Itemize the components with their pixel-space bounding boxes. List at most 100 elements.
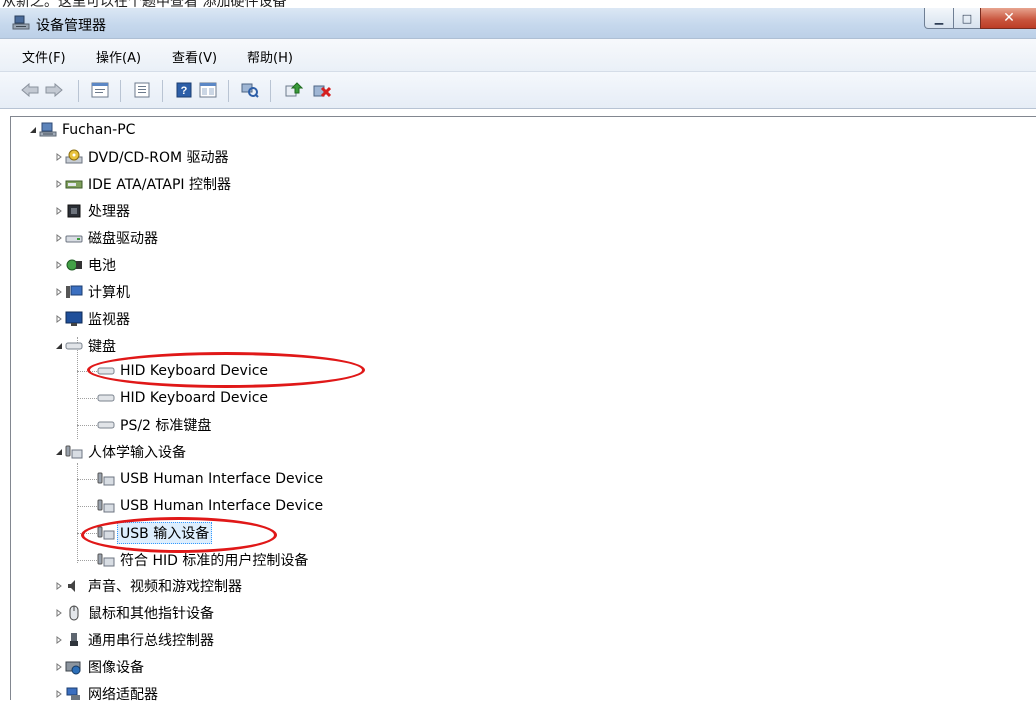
processor-icon [65,203,83,219]
tree-item-keyboard[interactable]: 键盘 [53,335,116,357]
hid-icon [97,498,115,514]
tree-item-label: 符合 HID 标准的用户控制设备 [120,553,309,569]
device-manager-icon [12,15,30,31]
collapse-arrow-icon[interactable] [27,124,39,136]
tree-item-label: 计算机 [88,285,130,301]
expand-arrow-icon[interactable] [53,286,65,298]
toolbar-separator [270,80,271,102]
device-tree: Fuchan-PC DVD/CD-ROM 驱动器 IDE ATA/ATAPI 控… [10,116,1036,703]
expand-arrow-icon[interactable] [53,259,65,271]
tree-child-keyboard-3[interactable]: PS/2 标准键盘 [97,414,211,436]
hid-icon [65,444,83,460]
expand-arrow-icon[interactable] [53,688,65,700]
menu-action[interactable]: 操作(A) [96,47,141,66]
expand-arrow-icon[interactable] [53,634,65,646]
tree-item-label: HID Keyboard Device [120,390,269,406]
tree-item-network[interactable]: 网络适配器 [53,683,158,705]
title-bar[interactable]: 设备管理器 ▁ □ ✕ [0,8,1036,39]
expand-arrow-icon[interactable] [53,580,65,592]
network-adapter-icon [65,686,83,702]
expand-arrow-icon[interactable] [53,205,65,217]
tree-item-label: USB Human Interface Device [120,471,324,487]
tree-item-monitor[interactable]: 监视器 [53,308,130,330]
tree-line [77,463,78,563]
tree-item-dvd[interactable]: DVD/CD-ROM 驱动器 [53,146,229,168]
tree-item-label: HID Keyboard Device [120,363,269,379]
back-icon[interactable] [20,80,40,100]
tree-item-usb[interactable]: 通用串行总线控制器 [53,629,214,651]
forward-icon[interactable] [44,80,64,100]
tree-item-label: IDE ATA/ATAPI 控制器 [88,177,232,193]
computer-icon [65,284,83,300]
help-icon[interactable]: ? [174,80,194,100]
tree-root[interactable]: Fuchan-PC [27,119,135,141]
hid-icon [97,525,115,541]
tree-item-computer[interactable]: 计算机 [53,281,130,303]
battery-icon [65,257,83,273]
expand-arrow-icon[interactable] [53,313,65,325]
tree-line [77,425,97,426]
expand-arrow-icon[interactable] [53,661,65,673]
scan-icon[interactable] [240,80,260,100]
tree-child-keyboard-2[interactable]: HID Keyboard Device [97,387,268,409]
tree-item-ide[interactable]: IDE ATA/ATAPI 控制器 [53,173,231,195]
tree-item-label: 通用串行总线控制器 [88,633,214,649]
close-icon: ✕ [1003,10,1015,26]
tree-child-hid-2[interactable]: USB Human Interface Device [97,495,323,517]
tree-item-label: 磁盘驱动器 [88,231,158,247]
tree-item-label: 图像设备 [88,660,144,676]
disk-drive-icon [65,230,83,246]
computer-icon [39,122,57,138]
cropped-text: 从新之。这里可以在个题中查看 添加硬件设备 [2,0,287,8]
maximize-icon: □ [961,11,973,25]
tree-item-processor[interactable]: 处理器 [53,200,130,222]
sound-icon [65,578,83,594]
tree-item-imaging[interactable]: 图像设备 [53,656,144,678]
menu-help[interactable]: 帮助(H) [247,47,293,66]
list-icon[interactable] [132,80,152,100]
tree-child-keyboard-1[interactable]: HID Keyboard Device [97,360,268,382]
tree-item-label: 键盘 [88,339,116,355]
menu-file[interactable]: 文件(F) [22,47,66,66]
update-driver-icon[interactable] [284,80,304,100]
tree-line [77,479,97,480]
maximize-button[interactable]: □ [953,8,981,29]
tree-item-label: USB Human Interface Device [120,498,324,514]
keyboard-icon [65,338,83,354]
tree-item-hid[interactable]: 人体学输入设备 [53,441,186,463]
uninstall-icon[interactable] [312,80,332,100]
tree-item-sound[interactable]: 声音、视频和游戏控制器 [53,575,242,597]
view-icon[interactable] [198,80,218,100]
properties-icon[interactable] [90,80,110,100]
keyboard-icon [97,417,115,433]
tree-line [77,371,97,372]
tree-child-hid-4[interactable]: 符合 HID 标准的用户控制设备 [97,549,308,571]
tree-item-label: 网络适配器 [88,687,158,703]
toolbar-separator [78,80,79,102]
collapse-arrow-icon[interactable] [53,446,65,458]
ide-controller-icon [65,176,83,192]
cropped-top-text: 从新之。这里可以在个题中查看 添加硬件设备 [0,0,1036,8]
tree-item-mouse[interactable]: 鼠标和其他指针设备 [53,602,214,624]
hid-icon [97,471,115,487]
tree-line [77,533,97,534]
tree-root-label: Fuchan-PC [62,122,136,138]
svg-text:?: ? [181,85,188,97]
tree-item-label: 人体学输入设备 [88,445,186,461]
tree-child-hid-3[interactable]: USB 输入设备 [97,522,213,544]
collapse-arrow-icon[interactable] [53,340,65,352]
window-title: 设备管理器 [36,18,106,34]
expand-arrow-icon[interactable] [53,151,65,163]
tree-child-hid-1[interactable]: USB Human Interface Device [97,468,323,490]
expand-arrow-icon[interactable] [53,232,65,244]
expand-arrow-icon[interactable] [53,178,65,190]
menu-view[interactable]: 查看(V) [172,47,217,66]
menu-bar: 文件(F) 操作(A) 查看(V) 帮助(H) [0,39,1036,72]
tree-item-disk[interactable]: 磁盘驱动器 [53,227,158,249]
close-button[interactable]: ✕ [980,8,1036,29]
tree-item-battery[interactable]: 电池 [53,254,116,276]
usb-controller-icon [65,632,83,648]
minimize-button[interactable]: ▁ [924,8,954,29]
tree-item-label: DVD/CD-ROM 驱动器 [88,150,229,166]
expand-arrow-icon[interactable] [53,607,65,619]
